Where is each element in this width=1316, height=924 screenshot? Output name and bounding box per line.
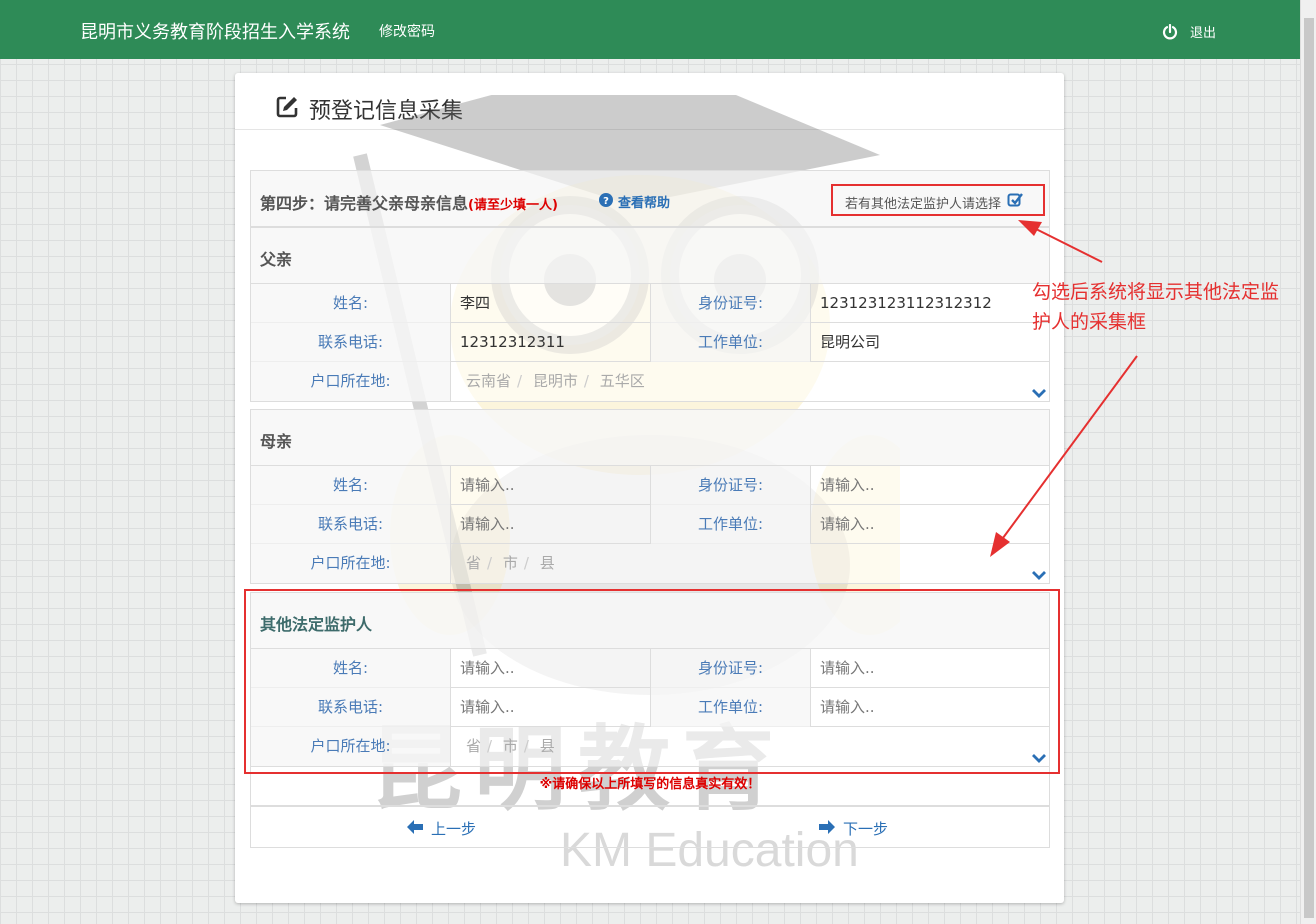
power-icon [1162, 23, 1178, 40]
step-title-text: 第四步：请完善父亲母亲信息 [260, 194, 469, 213]
mother-phone-input[interactable]: 请输入.. [451, 505, 651, 544]
father-name-label: 姓名: [251, 284, 451, 323]
city-select[interactable]: 昆明市 [533, 372, 578, 390]
mother-row-name: 姓名: 请输入.. 身份证号: 请输入.. [251, 466, 1049, 505]
logout-button[interactable]: 退出 [1162, 22, 1216, 41]
next-step-label: 下一步 [843, 820, 889, 838]
highlight-box-guardian [244, 589, 1060, 774]
father-panel: 父亲 姓名: 李四 身份证号: 123123123112312312 联系电话:… [250, 227, 1050, 402]
mother-hukou-select[interactable]: 省 / 市 / 县 [451, 544, 1051, 583]
father-phone-input[interactable]: 12312312311 [451, 323, 651, 362]
step-title: 第四步：请完善父亲母亲信息(请至少填一人) [260, 190, 558, 214]
question-icon: ? [599, 192, 613, 211]
highlight-box-toggle [831, 184, 1045, 216]
vertical-scrollbar[interactable] [1300, 0, 1316, 924]
father-id-label: 身份证号: [651, 284, 811, 323]
edit-icon [275, 95, 299, 123]
mother-id-input[interactable]: 请输入.. [811, 466, 1051, 505]
province-select[interactable]: 省 [466, 554, 481, 572]
page-title: 预登记信息采集 [309, 99, 464, 124]
county-select[interactable]: 五华区 [600, 372, 645, 390]
help-label: 查看帮助 [618, 196, 671, 211]
father-row-phone: 联系电话: 12312312311 工作单位: 昆明公司 [251, 323, 1049, 362]
help-link[interactable]: ? 查看帮助 [599, 192, 670, 211]
father-hukou-select[interactable]: 云南省 / 昆明市 / 五华区 [451, 362, 1051, 401]
mother-name-label: 姓名: [251, 466, 451, 505]
mother-heading: 母亲 [251, 410, 1049, 466]
mother-row-hukou: 户口所在地: 省 / 市 / 县 [251, 544, 1049, 583]
mother-row-phone: 联系电话: 请输入.. 工作单位: 请输入.. [251, 505, 1049, 544]
mother-hukou-label: 户口所在地: [251, 544, 451, 583]
required-note: (请至少填一人) [468, 198, 558, 213]
change-password-link[interactable]: 修改密码 [379, 21, 435, 41]
father-work-label: 工作单位: [651, 323, 811, 362]
county-select[interactable]: 县 [540, 554, 555, 572]
mother-heading-text: 母亲 [260, 432, 293, 451]
annotation-text: 勾选后系统将显示其他法定监护人的采集框 [1032, 281, 1280, 333]
mother-work-input[interactable]: 请输入.. [811, 505, 1051, 544]
father-heading-text: 父亲 [260, 250, 293, 269]
next-step-button[interactable]: 下一步 [819, 818, 888, 839]
notice-text: ※请确保以上所填写的信息真实有效！ [539, 777, 761, 792]
mother-name-input[interactable]: 请输入.. [451, 466, 651, 505]
svg-text:?: ? [603, 196, 609, 207]
father-row-name: 姓名: 李四 身份证号: 123123123112312312 [251, 284, 1049, 323]
father-name-input[interactable]: 李四 [451, 284, 651, 323]
mother-panel: 母亲 姓名: 请输入.. 身份证号: 请输入.. 联系电话: 请输入.. 工作单… [250, 409, 1050, 584]
scrollbar-thumb[interactable] [1304, 18, 1314, 918]
father-work-input[interactable]: 昆明公司 [811, 323, 1051, 362]
mother-id-label: 身份证号: [651, 466, 811, 505]
father-row-hukou: 户口所在地: 云南省 / 昆明市 / 五华区 [251, 362, 1049, 401]
father-hukou-label: 户口所在地: [251, 362, 451, 401]
card-header: 预登记信息采集 [235, 73, 1064, 130]
arrow-right-icon [819, 819, 835, 838]
province-select[interactable]: 云南省 [466, 372, 511, 390]
father-id-input[interactable]: 123123123112312312 [811, 284, 1051, 323]
mother-phone-label: 联系电话: [251, 505, 451, 544]
arrow-left-icon [407, 819, 423, 838]
prev-step-label: 上一步 [431, 820, 477, 838]
logout-label: 退出 [1190, 26, 1217, 41]
prev-step-button[interactable]: 上一步 [407, 818, 476, 839]
father-phone-label: 联系电话: [251, 323, 451, 362]
city-select[interactable]: 市 [503, 554, 518, 572]
top-navbar: 昆明市义务教育阶段招生入学系统 修改密码 退出 [0, 0, 1300, 59]
nav-row: 上一步 下一步 [250, 806, 1050, 848]
mother-work-label: 工作单位: [651, 505, 811, 544]
father-heading: 父亲 [251, 228, 1049, 284]
app-title[interactable]: 昆明市义务教育阶段招生入学系统 [80, 18, 350, 44]
